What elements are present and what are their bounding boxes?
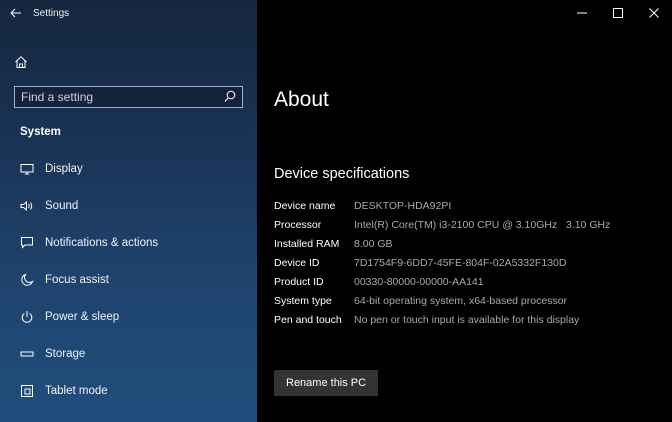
maximize-button[interactable]	[600, 0, 636, 26]
close-icon	[649, 8, 659, 18]
search-icon[interactable]	[224, 90, 236, 108]
sidebar-item-label: Focus assist	[45, 273, 109, 286]
display-icon	[19, 161, 35, 177]
spec-label: Device name	[274, 200, 336, 212]
spec-label: Installed RAM	[274, 238, 340, 250]
window-controls	[564, 0, 672, 26]
title-bar: Settings	[0, 0, 257, 26]
device-specs-list: Device name DESKTOP-HDA92PI Processor In…	[274, 200, 664, 333]
spec-label: Processor	[274, 219, 322, 231]
minimize-button[interactable]	[564, 0, 600, 26]
spec-row-device-id: Device ID 7D1754F9-6DD7-45FE-804F-02A533…	[274, 257, 664, 270]
spec-value: 7D1754F9-6DD7-45FE-804F-02A5332F130D	[354, 257, 567, 269]
sidebar-item-tablet-mode[interactable]: Tablet mode	[0, 372, 257, 409]
sidebar-item-display[interactable]: Display	[0, 150, 257, 187]
app-title: Settings	[33, 7, 70, 19]
spec-value: Intel(R) Core(TM) i3-2100 CPU @ 3.10GHz …	[354, 219, 611, 231]
sidebar-item-sound[interactable]: Sound	[0, 187, 257, 224]
spec-value: DESKTOP-HDA92PI	[354, 200, 452, 212]
tablet-mode-icon	[19, 383, 35, 399]
spec-row-processor: Processor Intel(R) Core(TM) i3-2100 CPU …	[274, 219, 664, 232]
maximize-icon	[613, 8, 623, 18]
settings-window: Settings System	[0, 0, 672, 422]
rename-pc-button[interactable]: Rename this PC	[274, 370, 379, 396]
back-arrow-icon	[10, 8, 21, 18]
sidebar-item-label: Storage	[45, 347, 86, 360]
spec-value: 64-bit operating system, x64-based proce…	[354, 295, 568, 307]
page-title: About	[274, 88, 329, 111]
focus-assist-icon	[19, 272, 35, 288]
spec-row-system-type: System type 64-bit operating system, x64…	[274, 295, 664, 308]
section-title: Device specifications	[274, 166, 410, 182]
sidebar: Settings System	[0, 0, 257, 422]
spec-label: Device ID	[274, 257, 320, 269]
power-icon	[19, 309, 35, 325]
spec-value: 8.00 GB	[354, 238, 393, 250]
back-button[interactable]	[3, 0, 29, 26]
minimize-icon	[577, 12, 587, 14]
sidebar-item-power-sleep[interactable]: Power & sleep	[0, 298, 257, 335]
spec-label: Product ID	[274, 276, 324, 288]
home-button[interactable]	[14, 55, 34, 75]
sound-icon	[19, 198, 35, 214]
spec-label: System type	[274, 295, 332, 307]
close-button[interactable]	[636, 0, 672, 26]
search-input[interactable]	[15, 89, 223, 105]
sidebar-item-label: Tablet mode	[45, 384, 108, 397]
spec-row-pen-and-touch: Pen and touch No pen or touch input is a…	[274, 314, 664, 327]
sidebar-item-notifications[interactable]: Notifications & actions	[0, 224, 257, 261]
notifications-icon	[19, 235, 35, 251]
sidebar-item-label: Sound	[45, 199, 79, 212]
sidebar-item-label: Notifications & actions	[45, 236, 159, 249]
sidebar-item-label: Display	[45, 162, 83, 175]
spec-value: 00330-80000-00000-AA141	[354, 276, 484, 288]
sidebar-item-label: Power & sleep	[45, 310, 120, 323]
storage-icon	[19, 346, 35, 362]
sidebar-item-storage[interactable]: Storage	[0, 335, 257, 372]
search-box	[14, 86, 243, 108]
main-content: About Device specifications Device name …	[257, 0, 672, 422]
sidebar-nav: Display Sound Notifications & actions Fo…	[0, 150, 257, 409]
spec-row-device-name: Device name DESKTOP-HDA92PI	[274, 200, 664, 213]
spec-label: Pen and touch	[274, 314, 342, 326]
spec-value: No pen or touch input is available for t…	[354, 314, 580, 326]
section-header-system: System	[20, 126, 61, 138]
spec-row-installed-ram: Installed RAM 8.00 GB	[274, 238, 664, 251]
sidebar-item-focus-assist[interactable]: Focus assist	[0, 261, 257, 298]
home-icon	[15, 56, 27, 68]
spec-row-product-id: Product ID 00330-80000-00000-AA141	[274, 276, 664, 289]
